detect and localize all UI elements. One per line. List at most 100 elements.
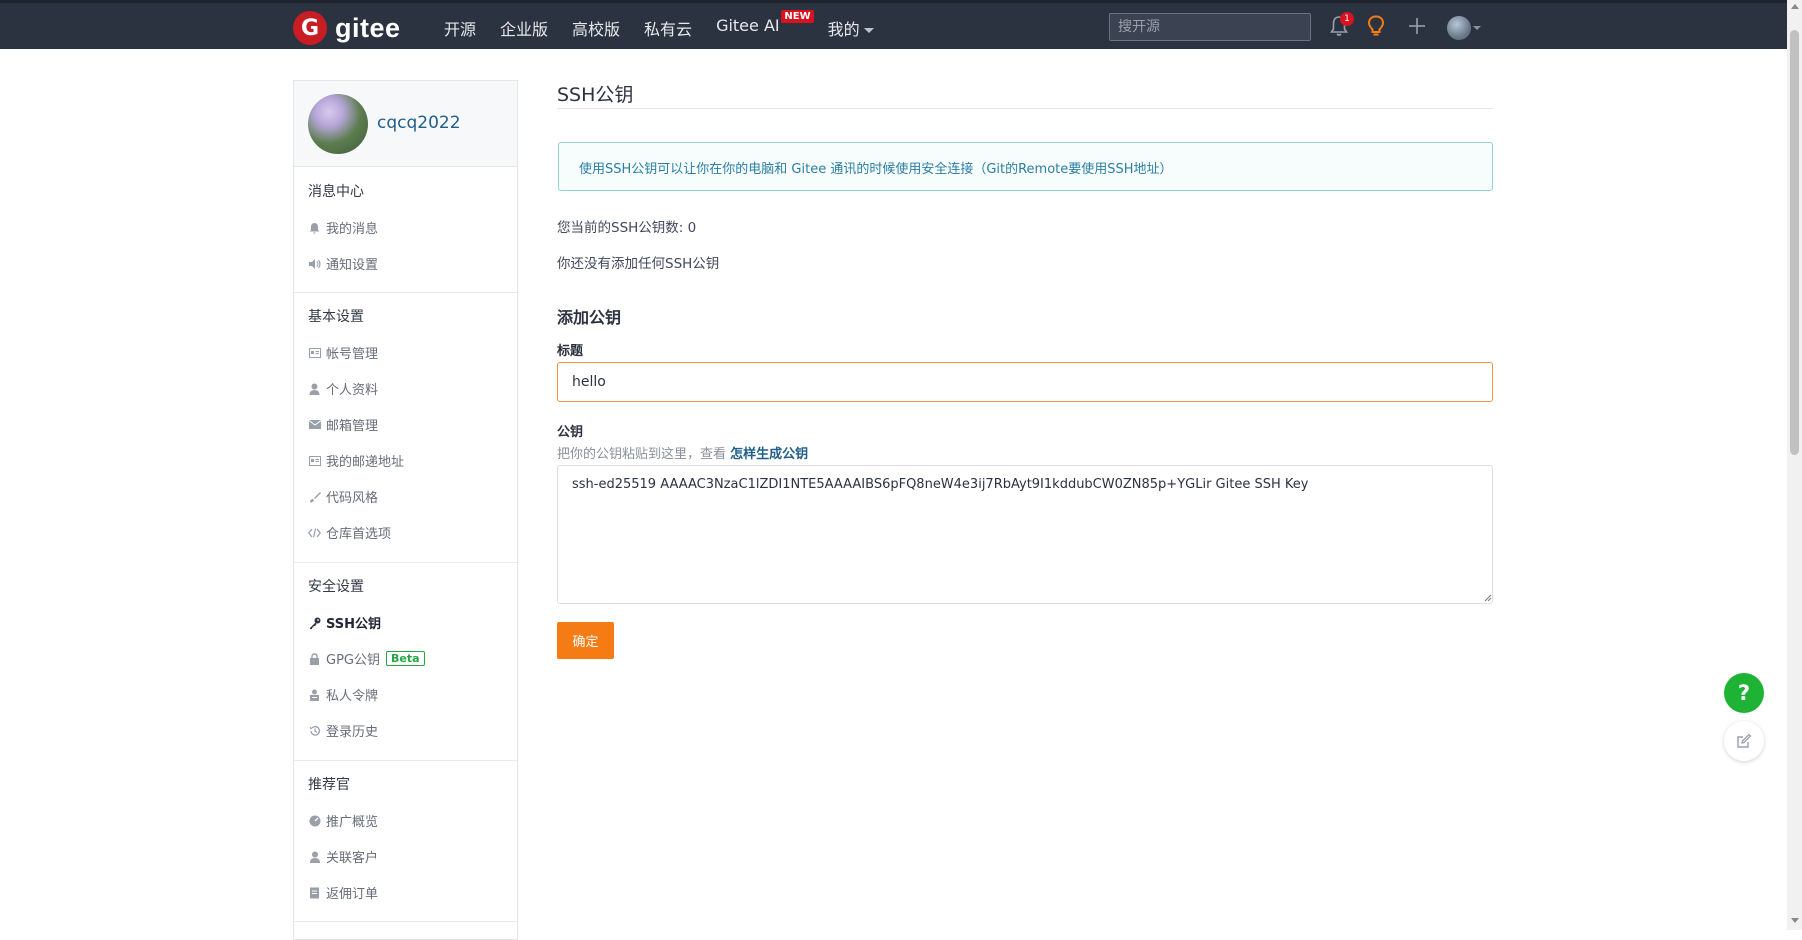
code-icon: [308, 526, 321, 539]
speaker-icon: [308, 257, 321, 270]
title-field-label: 标题: [557, 344, 584, 359]
envelope-icon: [308, 418, 321, 431]
key-field-label: 公钥: [557, 425, 584, 440]
sidebar-item-label: 帐号管理: [326, 347, 379, 362]
sidebar-divider: [294, 562, 517, 563]
sidebar-item-label: 私人令牌: [326, 689, 379, 704]
notification-count-badge: 1: [1340, 12, 1354, 26]
sidebar-item-label: 仓库首选项: [326, 527, 392, 542]
key-helper-text: 把你的公钥粘贴到这里，查看 怎样生成公钥: [557, 443, 808, 462]
nav-link-education[interactable]: 高校版: [572, 16, 620, 40]
nav-mine-dropdown[interactable]: 我的: [828, 16, 874, 40]
settings-sidebar: cqcq2022 消息中心 我的消息 通知设置 基本设置 帐号管理 个人资料 邮…: [293, 80, 518, 940]
sidebar-item-label: 返佣订单: [326, 887, 379, 902]
main-nav: 开源 企业版 高校版 私有云 Gitee AI NEW 我的: [444, 10, 898, 40]
gitee-wordmark: gitee: [335, 12, 401, 43]
sidebar-divider: [294, 760, 517, 761]
sidebar-item-ssh-keys[interactable]: SSH公钥: [308, 613, 381, 632]
sidebar-item-linked-clients[interactable]: 关联客户: [308, 847, 378, 866]
edit-icon: [1737, 733, 1752, 748]
sidebar-item-account[interactable]: 帐号管理: [308, 343, 378, 362]
key-title-input[interactable]: [557, 362, 1493, 402]
scrollbar-thumb[interactable]: [1790, 30, 1799, 455]
sidebar-item-code-style[interactable]: 代码风格: [308, 487, 378, 506]
sidebar-divider: [294, 292, 517, 293]
user-avatar[interactable]: [1447, 16, 1471, 40]
sidebar-item-commission-orders[interactable]: 返佣订单: [308, 883, 378, 902]
profile-username[interactable]: cqcq2022: [377, 113, 461, 133]
title-divider: [557, 108, 1493, 109]
key-icon: [308, 616, 321, 629]
how-to-generate-key-link[interactable]: 怎样生成公钥: [730, 447, 808, 462]
nav-link-private-cloud[interactable]: 私有云: [644, 16, 692, 40]
caret-down-icon: [863, 28, 874, 33]
section-title-messages: 消息中心: [308, 184, 364, 200]
bell-small-icon: [308, 221, 321, 234]
scroll-up-arrow-icon[interactable]: [1791, 4, 1799, 9]
receipt-icon: [308, 886, 321, 899]
sidebar-item-label: 推广概览: [326, 815, 379, 830]
empty-state-text: 你还没有添加任何SSH公钥: [557, 256, 720, 272]
sidebar-item-label: GPG公钥: [326, 653, 380, 668]
page-title: SSH公钥: [557, 84, 634, 106]
sidebar-item-login-history[interactable]: 登录历史: [308, 721, 378, 740]
profile-card: cqcq2022: [294, 81, 517, 167]
public-key-textarea[interactable]: ssh-ed25519 AAAAC3NzaC1lZDI1NTE5AAAAIBS6…: [557, 465, 1493, 604]
user-icon: [308, 382, 321, 395]
gitee-logo-icon: G: [293, 11, 327, 45]
beta-badge: Beta: [386, 651, 425, 666]
dashboard-icon: [308, 814, 321, 827]
user-link-icon: [308, 850, 321, 863]
search-input[interactable]: [1109, 13, 1311, 41]
page-scrollbar[interactable]: [1787, 0, 1802, 930]
help-button[interactable]: ?: [1724, 673, 1764, 713]
history-icon: [308, 724, 321, 737]
add-key-heading: 添加公钥: [557, 308, 622, 327]
sidebar-item-repo-prefs[interactable]: 仓库首选项: [308, 523, 391, 542]
sidebar-item-label: 邮箱管理: [326, 419, 379, 434]
sidebar-item-label: 个人资料: [326, 383, 379, 398]
info-alert: 使用SSH公钥可以让你在你的电脑和 Gitee 通讯的时候使用安全连接（Git的…: [558, 142, 1493, 191]
sidebar-item-label: 代码风格: [326, 491, 379, 506]
sidebar-item-label: 登录历史: [326, 725, 379, 740]
token-icon: [308, 688, 321, 701]
nav-link-gitee-ai-label: Gitee AI: [716, 16, 780, 35]
resize-grip-icon[interactable]: [1483, 593, 1492, 602]
lock-icon: [308, 652, 321, 665]
user-menu-caret-icon[interactable]: [1473, 26, 1481, 30]
sidebar-item-label: SSH公钥: [326, 617, 382, 632]
sidebar-item-email[interactable]: 邮箱管理: [308, 415, 378, 434]
nav-link-gitee-ai[interactable]: Gitee AI NEW: [716, 10, 814, 40]
section-title-referrer: 推荐官: [308, 777, 350, 793]
nav-link-opensource[interactable]: 开源: [444, 16, 476, 40]
feedback-button[interactable]: [1724, 721, 1764, 761]
sidebar-item-label: 关联客户: [326, 851, 379, 866]
sidebar-item-label: 我的邮递地址: [326, 455, 405, 470]
sidebar-item-private-token[interactable]: 私人令牌: [308, 685, 378, 704]
id-card-icon: [308, 346, 321, 359]
section-title-security: 安全设置: [308, 579, 364, 595]
confirm-button[interactable]: 确定: [557, 622, 614, 659]
sidebar-item-notify-settings[interactable]: 通知设置: [308, 254, 378, 273]
lightbulb-icon[interactable]: [1367, 15, 1385, 37]
sidebar-divider: [294, 921, 517, 922]
address-card-icon: [308, 454, 321, 467]
section-title-basic: 基本设置: [308, 309, 364, 325]
sidebar-item-address[interactable]: 我的邮递地址: [308, 451, 404, 470]
plus-icon[interactable]: [1407, 15, 1427, 37]
ssh-key-count: 您当前的SSH公钥数: 0: [557, 220, 697, 236]
new-badge: NEW: [781, 10, 814, 23]
scroll-down-arrow-icon[interactable]: [1791, 918, 1799, 923]
sidebar-item-personal-info[interactable]: 个人资料: [308, 379, 378, 398]
sidebar-item-label: 我的消息: [326, 222, 379, 237]
sidebar-item-my-messages[interactable]: 我的消息: [308, 218, 378, 237]
nav-link-enterprise[interactable]: 企业版: [500, 16, 548, 40]
paintbrush-icon: [308, 490, 321, 503]
nav-mine-label: 我的: [827, 20, 860, 39]
top-navbar: G gitee 开源 企业版 高校版 私有云 Gitee AI NEW 我的 1: [0, 0, 1787, 49]
sidebar-item-promo-overview[interactable]: 推广概览: [308, 811, 378, 830]
sidebar-item-label: 通知设置: [326, 258, 379, 273]
gitee-logo[interactable]: G gitee: [293, 11, 401, 45]
profile-avatar[interactable]: [308, 94, 368, 154]
sidebar-item-gpg-keys[interactable]: GPG公钥 Beta: [308, 649, 425, 668]
